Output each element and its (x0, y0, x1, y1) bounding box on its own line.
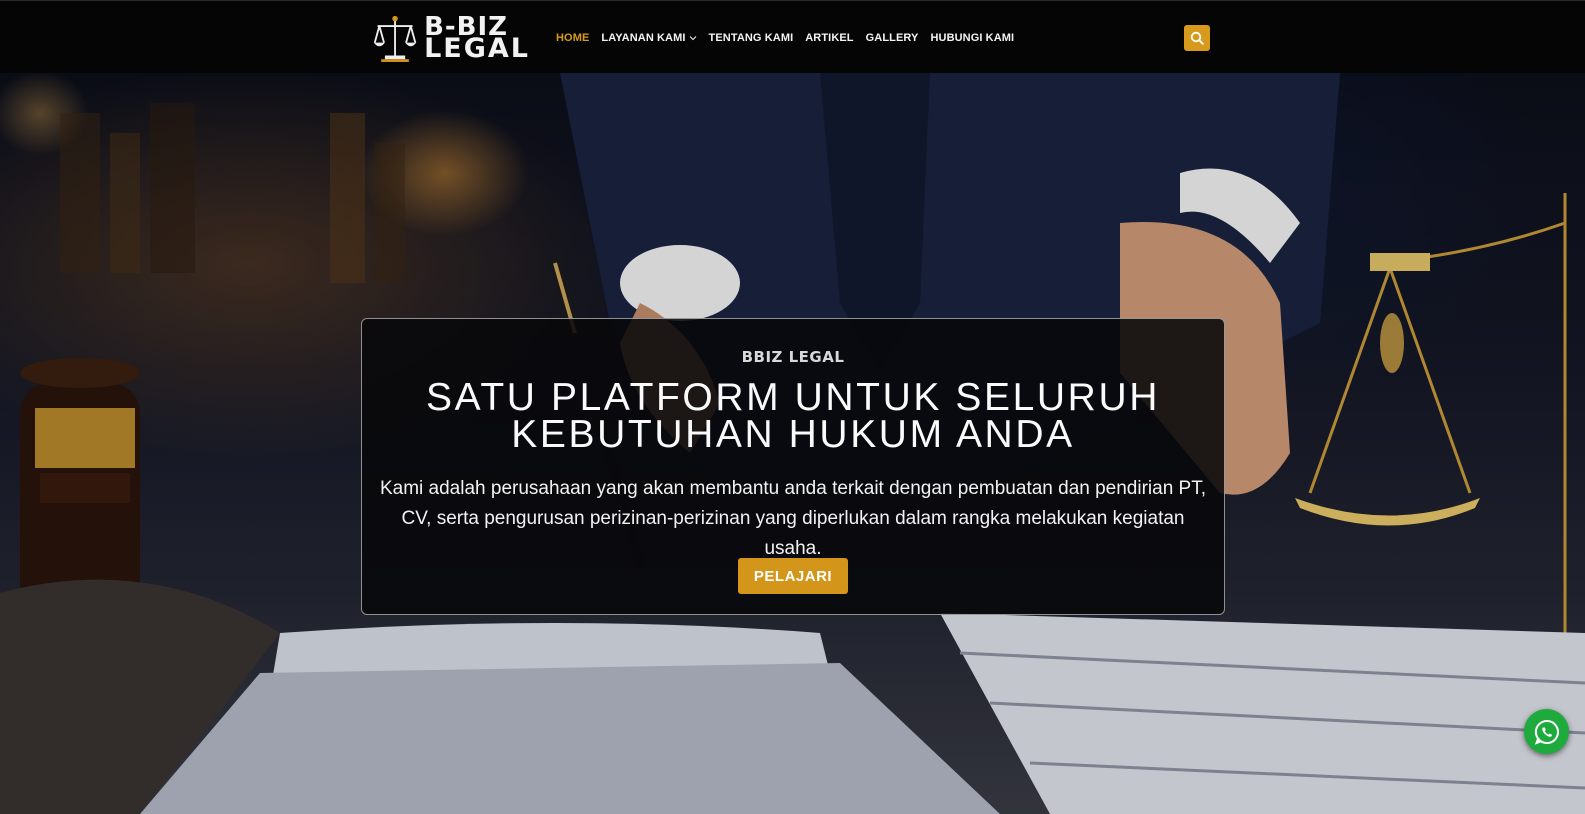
scales-of-justice-logo-icon (373, 15, 417, 62)
main-nav: HOME LAYANAN KAMI TENTANG KAMI ARTIKEL G… (556, 1, 1026, 74)
pelajari-button[interactable]: PELAJARI (738, 558, 848, 594)
nav-artikel[interactable]: ARTIKEL (805, 32, 853, 44)
search-button[interactable] (1184, 25, 1210, 51)
hero-headline: SATU PLATFORM UNTUK SELURUH KEBUTUHAN HU… (426, 376, 1160, 456)
nav-home[interactable]: HOME (556, 32, 589, 44)
nav-layanan-kami-label: LAYANAN KAMI (601, 31, 686, 44)
hero-description: Kami adalah perusahaan yang akan membant… (379, 478, 1207, 559)
site-header: B-BIZ LEGAL HOME LAYANAN KAMI TENTANG KA… (0, 0, 1585, 73)
nav-gallery[interactable]: GALLERY (866, 32, 919, 44)
hero-content-box: BBIZ LEGAL SATU PLATFORM UNTUK SELURUH K… (361, 318, 1225, 615)
site-logo[interactable]: B-BIZ LEGAL (372, 11, 530, 65)
logo-line-2: LEGAL (424, 33, 530, 64)
nav-tentang-kami[interactable]: TENTANG KAMI (709, 32, 794, 44)
nav-layanan-kami[interactable]: LAYANAN KAMI (601, 32, 696, 44)
hero-banner: BBIZ LEGAL SATU PLATFORM UNTUK SELURUH K… (0, 73, 1585, 814)
whatsapp-chat-button[interactable] (1524, 709, 1569, 754)
whatsapp-icon (1534, 719, 1559, 745)
logo-wordmark: B-BIZ LEGAL (424, 14, 530, 64)
hero-eyebrow: BBIZ LEGAL (741, 348, 845, 366)
nav-hubungi-kami[interactable]: HUBUNGI KAMI (930, 32, 1014, 44)
chevron-down-icon (689, 35, 696, 40)
search-icon (1190, 31, 1204, 45)
